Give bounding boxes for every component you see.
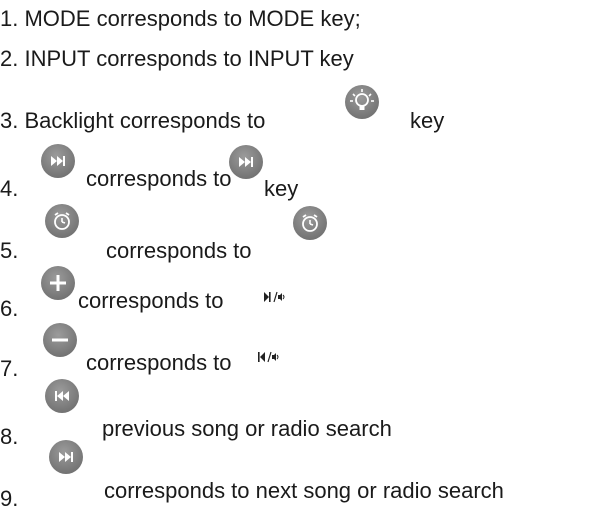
item-text-suffix: key [264, 176, 299, 201]
item-text: corresponds to next song or radio search [104, 478, 504, 503]
lightbulb-icon [344, 84, 380, 120]
list-item-6-number: 6. [0, 296, 19, 321]
item-text-suffix: key [410, 108, 445, 133]
list-item-3: 3. Backlight corresponds to [0, 108, 265, 134]
item-text: MODE corresponds to MODE key; [24, 6, 361, 31]
item-number: 2. [0, 46, 19, 71]
item-text: corresponds to [86, 166, 232, 191]
item-number: 1. [0, 6, 19, 31]
list-item-9-number: 9. [0, 486, 19, 511]
plus-icon [40, 265, 76, 301]
list-item-1: 1. MODE corresponds to MODE key; [0, 6, 361, 32]
alarm-clock-icon [44, 203, 80, 239]
item-text: INPUT corresponds to INPUT key [24, 46, 354, 71]
previous-track-icon [44, 378, 80, 414]
previous-volume-icon [258, 351, 279, 363]
item-text: corresponds to [78, 288, 224, 313]
item-text: corresponds to [86, 350, 232, 375]
item-text: Backlight corresponds to [24, 108, 266, 133]
minus-icon [42, 322, 78, 358]
item-number: 3. [0, 108, 19, 133]
alarm-clock-icon [292, 205, 328, 241]
item-text: corresponds to [106, 238, 252, 263]
next-track-icon [228, 144, 264, 180]
play-pause-volume-icon [264, 291, 285, 303]
next-track-icon [48, 439, 84, 475]
list-item-8-number: 8. [0, 424, 19, 449]
list-item-4-number: 4. [0, 176, 19, 201]
list-item-5-number: 5. [0, 238, 19, 263]
next-track-icon [40, 143, 76, 179]
item-text: previous song or radio search [102, 416, 392, 441]
list-item-7-number: 7. [0, 356, 19, 381]
list-item-2: 2. INPUT corresponds to INPUT key [0, 46, 354, 72]
